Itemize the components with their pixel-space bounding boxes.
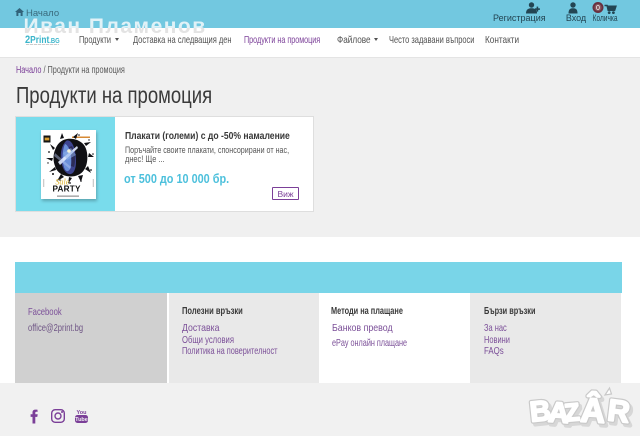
svg-text:0: 0 <box>596 5 600 12</box>
svg-text:PARTY: PARTY <box>53 185 81 194</box>
svg-text:Â: Â <box>580 390 607 431</box>
svg-text:Z: Z <box>563 399 580 427</box>
svg-text:Tube: Tube <box>75 417 88 423</box>
svg-text:R: R <box>606 393 632 429</box>
